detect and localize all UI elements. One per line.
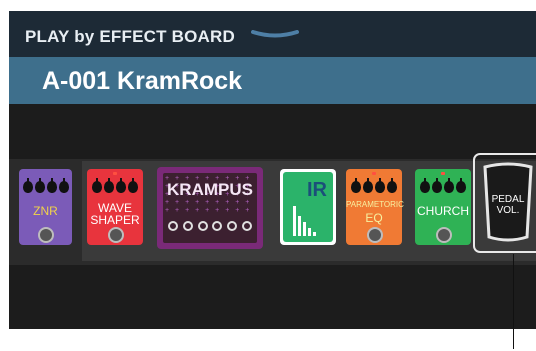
chevron-down-icon[interactable]: [251, 30, 299, 40]
pedal-label: ZNR: [33, 204, 58, 218]
patch-name: A-001 KramRock: [42, 67, 243, 95]
header-bar: PLAY by EFFECT BOARD: [9, 11, 536, 57]
knob-row: [87, 178, 143, 193]
krampus-panel: + + + + + + + + + + + + + + + + + + + + …: [163, 173, 257, 243]
pedal-label: CHURCH: [417, 204, 469, 218]
pedal-label: IR: [307, 179, 327, 201]
ir-face: IR: [283, 172, 333, 242]
pedal-label-line2: SHAPER: [90, 213, 140, 227]
pedal-parametoric-eq[interactable]: PARAMETORIC EQ: [346, 169, 404, 245]
footswitch-icon: [108, 227, 124, 243]
pedal-label-line1: PEDAL: [491, 194, 525, 205]
pedal-krampus[interactable]: + + + + + + + + + + + + + + + + + + + + …: [157, 167, 263, 249]
footswitch-icon: [367, 227, 383, 243]
callout-line: [513, 254, 514, 349]
pedal-volume[interactable]: PEDAL VOL.: [481, 161, 535, 245]
led-icon: [441, 172, 445, 175]
impulse-bars-icon: [293, 206, 316, 236]
pedal-label: KRAMPUS: [167, 180, 253, 199]
pedal-label-line1: PARAMETORIC: [346, 200, 404, 209]
pedal-znr[interactable]: ZNR: [19, 169, 72, 245]
pedal-label-line2: VOL.: [496, 205, 520, 216]
patch-bar[interactable]: A-001 KramRock: [9, 57, 536, 104]
footswitch-icon: [436, 227, 452, 243]
knob-row: [19, 178, 72, 193]
screen-title: PLAY by EFFECT BOARD: [25, 27, 235, 46]
pedal-church[interactable]: CHURCH: [415, 169, 471, 245]
pedal-ir[interactable]: IR: [280, 169, 336, 245]
knob-row: [168, 221, 252, 231]
led-icon: [113, 172, 117, 175]
pedal-wave-shaper[interactable]: WAVE SHAPER: [87, 169, 143, 245]
selected-pedal-frame[interactable]: PEDAL VOL.: [473, 153, 536, 253]
led-icon: [372, 172, 376, 175]
pedal-label-line2: EQ: [365, 211, 383, 225]
footswitch-icon: [38, 227, 54, 243]
effect-board-screen: PLAY by EFFECT BOARD A-001 KramRock ZNR …: [9, 11, 536, 329]
knob-row: [346, 178, 402, 193]
effect-board: ZNR WAVE SHAPER + + + + + + + + + + + + …: [9, 159, 536, 265]
knob-row: [415, 178, 471, 193]
